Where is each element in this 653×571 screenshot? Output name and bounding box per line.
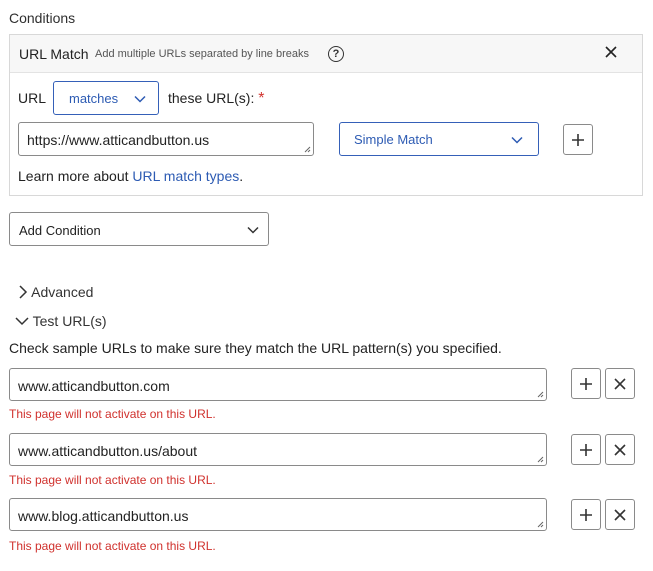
add-url-button[interactable] [563, 124, 593, 155]
chevron-right-icon [19, 285, 28, 299]
learn-more-text: Learn more about URL match types. [18, 168, 243, 184]
test-url-input[interactable]: www.atticandbutton.us/about [9, 433, 547, 466]
plus-icon [580, 443, 592, 456]
required-mark: * [258, 90, 265, 107]
operator-select-value: matches [69, 91, 119, 106]
test-url-value: www.atticandbutton.com [18, 378, 170, 394]
plus-icon [580, 377, 592, 390]
chevron-down-icon [511, 136, 523, 144]
test-url-error: This page will not activate on this URL. [9, 539, 216, 553]
operator-select[interactable]: matches [53, 81, 159, 115]
remove-test-url-button[interactable] [605, 434, 635, 465]
remove-test-url-button[interactable] [605, 368, 635, 399]
plus-icon [580, 508, 592, 521]
url-input-value: https://www.atticandbutton.us [27, 132, 210, 148]
plus-icon [572, 133, 584, 146]
add-test-url-button[interactable] [571, 499, 601, 530]
these-urls-label: these URL(s): * [168, 90, 264, 108]
resize-grip-icon[interactable] [536, 390, 544, 398]
resize-grip-icon[interactable] [303, 145, 311, 153]
test-url-value: www.atticandbutton.us/about [18, 443, 198, 459]
url-match-types-link[interactable]: URL match types [132, 168, 239, 184]
url-match-panel: URL Match Add multiple URLs separated by… [9, 34, 643, 196]
test-url-input[interactable]: www.atticandbutton.com [9, 368, 547, 401]
close-icon [614, 377, 626, 390]
test-url-input[interactable]: www.blog.atticandbutton.us [9, 498, 547, 531]
test-urls-label: Test URL(s) [32, 313, 107, 329]
test-url-error: This page will not activate on this URL. [9, 473, 216, 487]
test-url-error: This page will not activate on this URL. [9, 407, 216, 421]
close-icon [614, 443, 626, 456]
close-icon [614, 508, 626, 521]
resize-grip-icon[interactable] [536, 455, 544, 463]
add-condition-value: Add Condition [19, 223, 101, 238]
url-label: URL [18, 90, 47, 106]
conditions-title: Conditions [9, 10, 76, 26]
url-match-title: URL Match [19, 46, 89, 62]
chevron-down-icon [15, 317, 29, 326]
add-test-url-button[interactable] [571, 368, 601, 399]
resize-grip-icon[interactable] [536, 520, 544, 528]
test-url-value: www.blog.atticandbutton.us [18, 508, 189, 524]
test-urls-toggle[interactable]: Test URL(s) [15, 313, 107, 329]
learn-more-prefix: Learn more about [18, 168, 133, 184]
these-urls-text: these URL(s): [168, 90, 255, 106]
learn-more-suffix: . [239, 168, 244, 184]
add-test-url-button[interactable] [571, 434, 601, 465]
match-type-select[interactable]: Simple Match [339, 122, 539, 156]
url-match-subtitle: Add multiple URLs separated by line brea… [95, 48, 310, 60]
chevron-down-icon [247, 226, 259, 234]
remove-test-url-button[interactable] [605, 499, 635, 530]
url-input[interactable]: https://www.atticandbutton.us [18, 122, 314, 156]
advanced-toggle[interactable]: Advanced [18, 284, 93, 300]
url-match-header: URL Match Add multiple URLs separated by… [10, 35, 642, 73]
close-icon[interactable] [604, 45, 618, 59]
chevron-down-icon [134, 95, 146, 103]
advanced-label: Advanced [31, 284, 94, 300]
match-type-select-value: Simple Match [354, 132, 433, 147]
add-condition-select[interactable]: Add Condition [9, 212, 269, 246]
question-circle-icon[interactable]: ? [328, 46, 344, 62]
test-urls-description: Check sample URLs to make sure they matc… [9, 340, 502, 356]
